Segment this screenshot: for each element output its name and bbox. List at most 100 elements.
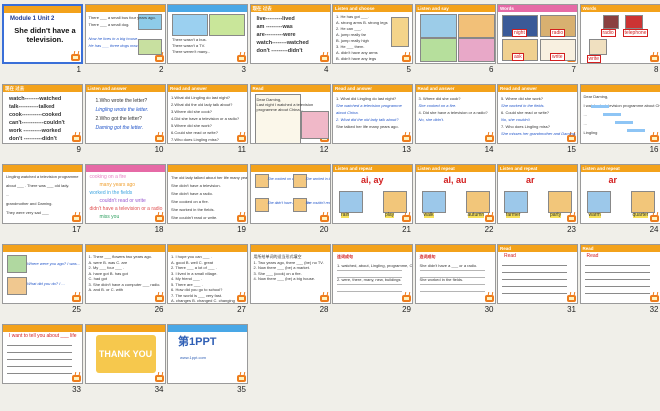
slide-thumbnail[interactable]: 1. There ___ flowers two years ago. A. we… xyxy=(83,242,168,317)
slide-thumbnail[interactable]: Listen and repeat ai, ay rain play 21 xyxy=(330,162,415,237)
slide-thumbnail[interactable]: Read Read 31 xyxy=(495,242,580,317)
slide-header-bar xyxy=(168,245,247,252)
slide-preview[interactable]: 连词成句 1. watched, about, Lingling, program… xyxy=(332,244,413,304)
slide-thumbnail[interactable]: 现在 过去 watch--------watched talk-----------… xyxy=(0,82,85,157)
slide-preview[interactable]: Listen and repeat al, au walk autumn xyxy=(414,164,496,224)
slide-text: She worked in the fields xyxy=(305,177,330,181)
slide-preview[interactable]: Read and answer 5. Where did she work? She… xyxy=(497,84,578,144)
slide-preview[interactable]: Listen and answer 1.Who wrote the letter?… xyxy=(84,84,166,144)
slide-preview[interactable]: Read and answer 1.What did Lingling do la… xyxy=(167,84,248,144)
slide-thumbnail[interactable]: Module 1 Unit 2 She didn't have a televis… xyxy=(0,2,85,77)
slide-preview[interactable]: I want to tell you about ___ life xyxy=(2,324,83,384)
slide-thumbnail[interactable]: Listen and choose 1. He has got ___. A. st… xyxy=(330,2,415,77)
verb-pair: don't ----------didn't xyxy=(9,136,57,142)
slide-thumbnail[interactable]: I want to tell you about ___ life 33 xyxy=(0,322,85,397)
answer-line xyxy=(502,286,567,287)
slide-header-bar: Listen and repeat xyxy=(415,165,495,172)
slide-preview[interactable]: There wasn't a bus. There wasn't a TV. The… xyxy=(167,4,248,64)
slide-preview[interactable]: 1. I hope you can ___ . A. good B. well C… xyxy=(167,244,248,304)
listen-picture-3 xyxy=(419,38,457,62)
slide-preview[interactable]: 现在 过去 watch--------watched talk-----------… xyxy=(2,84,83,144)
slide-thumbnail[interactable]: Listen and answer 1.Who wrote the letter?… xyxy=(83,82,168,157)
slide-preview[interactable]: Read and answer 3. Where did she cook? She… xyxy=(414,84,496,144)
slide-preview[interactable]: Read and answer 1. What did Lingling do l… xyxy=(332,84,413,144)
slide-preview[interactable]: The old lady talked about her life many … xyxy=(167,164,248,224)
grandmother-picture xyxy=(300,111,329,139)
slide-preview[interactable]: Words night radio ask write xyxy=(497,4,578,64)
slide-preview[interactable]: 连词成句 She didn't have a ___ or a radio. She… xyxy=(414,244,496,304)
slide-header-bar xyxy=(3,165,82,172)
slide-thumbnail[interactable]: The old lady talked about her life many … xyxy=(165,162,250,237)
slide-preview[interactable]: Read Dear Daming, Last night I watched a t… xyxy=(249,84,331,144)
slide-text: 2. Now there ___ (be) a market. xyxy=(253,265,310,270)
slide-thumbnail[interactable]: Read and answer 1. What did Lingling do l… xyxy=(330,82,415,157)
slide-preview[interactable]: Listen and choose 1. He has got ___. A. st… xyxy=(332,4,413,64)
slide-thumbnail[interactable]: Listen and repeat ar warm quarter 24 xyxy=(578,162,660,237)
slide-preview[interactable]: 1. There ___ flowers two years ago. A. we… xyxy=(84,244,166,304)
slide-thumbnail[interactable]: Listen and repeat al, au walk autumn 22 xyxy=(413,162,498,237)
slide-thumbnail[interactable]: Where were you ago? I was... What did you… xyxy=(0,242,85,317)
slide-preview[interactable]: Listen and repeat ai, ay rain play xyxy=(332,164,413,224)
slide-preview[interactable]: Listen and repeat ar warm quarter xyxy=(579,164,660,224)
slide-thumbnail[interactable]: cooking on a fire many years ago worked in… xyxy=(83,162,168,237)
slide-thumbnail[interactable]: Read and answer 1.What did Lingling do la… xyxy=(165,82,250,157)
verb-pair: live---------lived xyxy=(256,16,295,22)
slide-thumbnail[interactable]: 现在 过去 live---------lived am ---------was ar… xyxy=(248,2,333,77)
slide-text: 5. There are ___ . xyxy=(171,281,203,287)
slide-thumbnail[interactable]: 连词成句 She didn't have a ___ or a radio. She… xyxy=(413,242,498,317)
house-picture xyxy=(137,39,162,55)
slide-text: 3. Where did she cook? xyxy=(418,96,461,101)
slide-preview[interactable]: 用所给单词的适当形式填空 1. Two years ago, there ___ … xyxy=(249,244,331,304)
word-picture-1 xyxy=(421,191,446,213)
slide-thumbnail[interactable]: She cooked on a fireShe worked in the fi… xyxy=(248,162,333,237)
tv-icon xyxy=(402,55,411,62)
slide-text: 2. He can ___. xyxy=(336,26,363,31)
slide-thumbnail[interactable]: 1. I hope you can ___ . A. good B. well C… xyxy=(165,242,250,317)
slide-thumbnail[interactable]: Read Read 32 xyxy=(578,242,660,317)
ppt-logo: 第1PPT xyxy=(178,336,217,348)
slide-thumbnail[interactable]: Listen and repeat ar farmer party 23 xyxy=(495,162,580,237)
phrase: didn't have a television or a radio xyxy=(89,206,163,212)
verb-pair: am ---------was xyxy=(256,24,293,30)
slide-header-bar xyxy=(168,325,247,332)
slide-thumbnail[interactable]: 连词成句 1. watched, about, Lingling, program… xyxy=(330,242,415,317)
slide-preview[interactable]: Where were you ago? I was... What did you… xyxy=(2,244,83,304)
word-picture-2 xyxy=(383,191,407,213)
slide-thumbnail[interactable]: Listen and say 6 xyxy=(413,2,498,77)
slide-preview[interactable]: Words radio telephone write xyxy=(579,4,660,64)
slide-text: The old lady talked about her life many … xyxy=(171,175,248,180)
slide-number: 15 xyxy=(567,145,576,154)
slide-preview[interactable]: 第1PPT www.1ppt.com xyxy=(167,324,248,384)
slide-preview[interactable]: She cooked on a fireShe worked in the fi… xyxy=(249,164,331,224)
slide-number: 30 xyxy=(484,305,494,314)
slide-preview[interactable]: Module 1 Unit 2 She didn't have a televis… xyxy=(2,4,83,64)
slide-number: 3 xyxy=(241,65,246,74)
slide-header-bar xyxy=(85,245,165,252)
slide-preview[interactable]: Listen and repeat ar farmer party xyxy=(497,164,578,224)
slide-preview[interactable]: THANK YOU xyxy=(84,324,166,384)
slide-number: 6 xyxy=(489,65,494,74)
phrase: couldn't read or write xyxy=(99,198,146,204)
slide-preview[interactable]: cooking on a fire many years ago worked in… xyxy=(84,164,166,224)
slide-thumbnail[interactable]: Read Dear Daming, Last night I watched a t… xyxy=(248,82,333,157)
slide-thumbnail[interactable]: 用所给单词的适当形式填空 1. Two years ago, there ___ … xyxy=(248,242,333,317)
slide-preview[interactable]: Listen and say xyxy=(414,4,496,64)
slide-preview[interactable]: There ___ a small bus four years ago. The… xyxy=(84,4,166,64)
answer-line xyxy=(419,291,485,292)
slide-preview[interactable]: 现在 过去 live---------lived am ---------was ar… xyxy=(249,4,331,64)
slide-thumbnail[interactable]: Lingling watched a television programme a… xyxy=(0,162,85,237)
slide-thumbnail[interactable]: There ___ a small bus four years ago. The… xyxy=(83,2,168,77)
slide-preview[interactable]: Lingling watched a television programme a… xyxy=(2,164,83,224)
slide-preview[interactable]: Dear Daming,I watched a television progr… xyxy=(579,84,660,144)
slide-thumbnail[interactable]: Dear Daming,I watched a television progr… xyxy=(578,82,660,157)
slide-thumbnail[interactable]: Read and answer 3. Where did she cook? She… xyxy=(413,82,498,157)
slide-thumbnail[interactable]: Words radio telephone write 8 xyxy=(578,2,660,77)
slide-thumbnail[interactable]: Words night radio ask write 7 xyxy=(495,2,580,77)
slide-thumbnail[interactable]: 第1PPT www.1ppt.com 35 xyxy=(165,322,250,397)
answer-line xyxy=(419,277,485,278)
slide-thumbnail[interactable]: THANK YOU 34 xyxy=(83,322,168,397)
slide-thumbnail[interactable]: Read and answer 5. Where did she work? She… xyxy=(495,82,580,157)
slide-preview[interactable]: Read Read xyxy=(497,244,578,304)
slide-preview[interactable]: Read Read xyxy=(579,244,660,304)
slide-thumbnail[interactable]: There wasn't a bus. There wasn't a TV. The… xyxy=(165,2,250,77)
